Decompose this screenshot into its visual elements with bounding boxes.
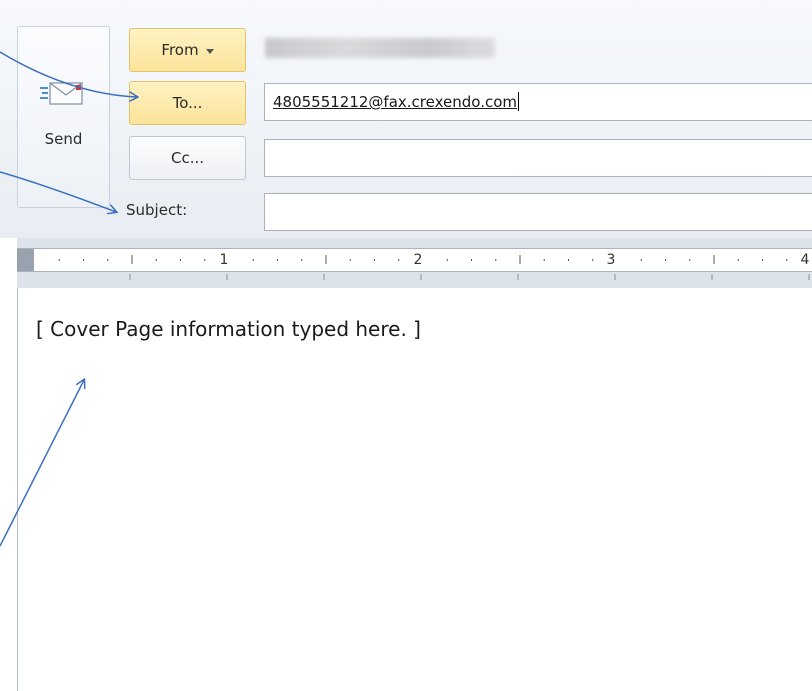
arrow-to-button: [0, 51, 137, 97]
arrow-subject: [0, 171, 116, 212]
arrow-body: [0, 380, 84, 547]
annotation-arrows: [0, 51, 812, 547]
